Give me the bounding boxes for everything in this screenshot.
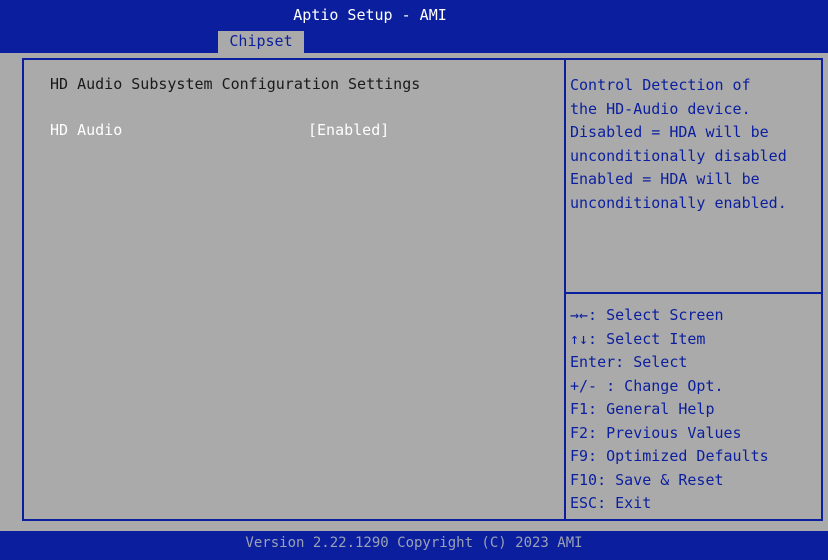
hd-audio-label[interactable]: HD Audio xyxy=(50,121,122,139)
key-general-help: F1: General Help xyxy=(570,400,715,418)
tab-chipset[interactable]: Chipset xyxy=(218,31,304,53)
help-panel: Control Detection of the HD-Audio device… xyxy=(570,74,820,215)
help-line: unconditionally enabled. xyxy=(570,193,787,212)
version-text: Version 2.22.1290 Copyright (C) 2023 AMI xyxy=(245,535,583,551)
help-line: Enabled = HDA will be xyxy=(570,170,760,188)
key-enter-select: Enter: Select xyxy=(570,353,688,371)
key-save-reset: F10: Save & Reset xyxy=(570,470,724,489)
key-change-opt: +/- : Change Opt. xyxy=(570,376,724,395)
key-select-screen: →←: Select Screen xyxy=(570,306,724,324)
key-previous-values: F2: Previous Values xyxy=(570,423,742,442)
key-legend: →←: Select Screen ↑↓: Select Item Enter:… xyxy=(570,304,820,516)
help-line: the HD-Audio device. xyxy=(570,99,751,118)
key-optimized-defaults: F9: Optimized Defaults xyxy=(570,447,769,465)
help-line: unconditionally disabled xyxy=(570,146,787,165)
key-esc-exit: ESC: Exit xyxy=(570,494,652,512)
horizontal-divider xyxy=(566,292,823,294)
hd-audio-value[interactable]: [Enabled] xyxy=(308,121,389,139)
vertical-divider xyxy=(564,58,566,521)
help-line: Control Detection of xyxy=(570,76,751,94)
bios-screen: Aptio Setup - AMI Chipset HD Audio Subsy… xyxy=(0,0,828,560)
app-title: Aptio Setup - AMI xyxy=(293,6,447,24)
section-heading: HD Audio Subsystem Configuration Setting… xyxy=(50,75,421,93)
key-select-item: ↑↓: Select Item xyxy=(570,329,706,348)
help-line: Disabled = HDA will be xyxy=(570,123,769,141)
